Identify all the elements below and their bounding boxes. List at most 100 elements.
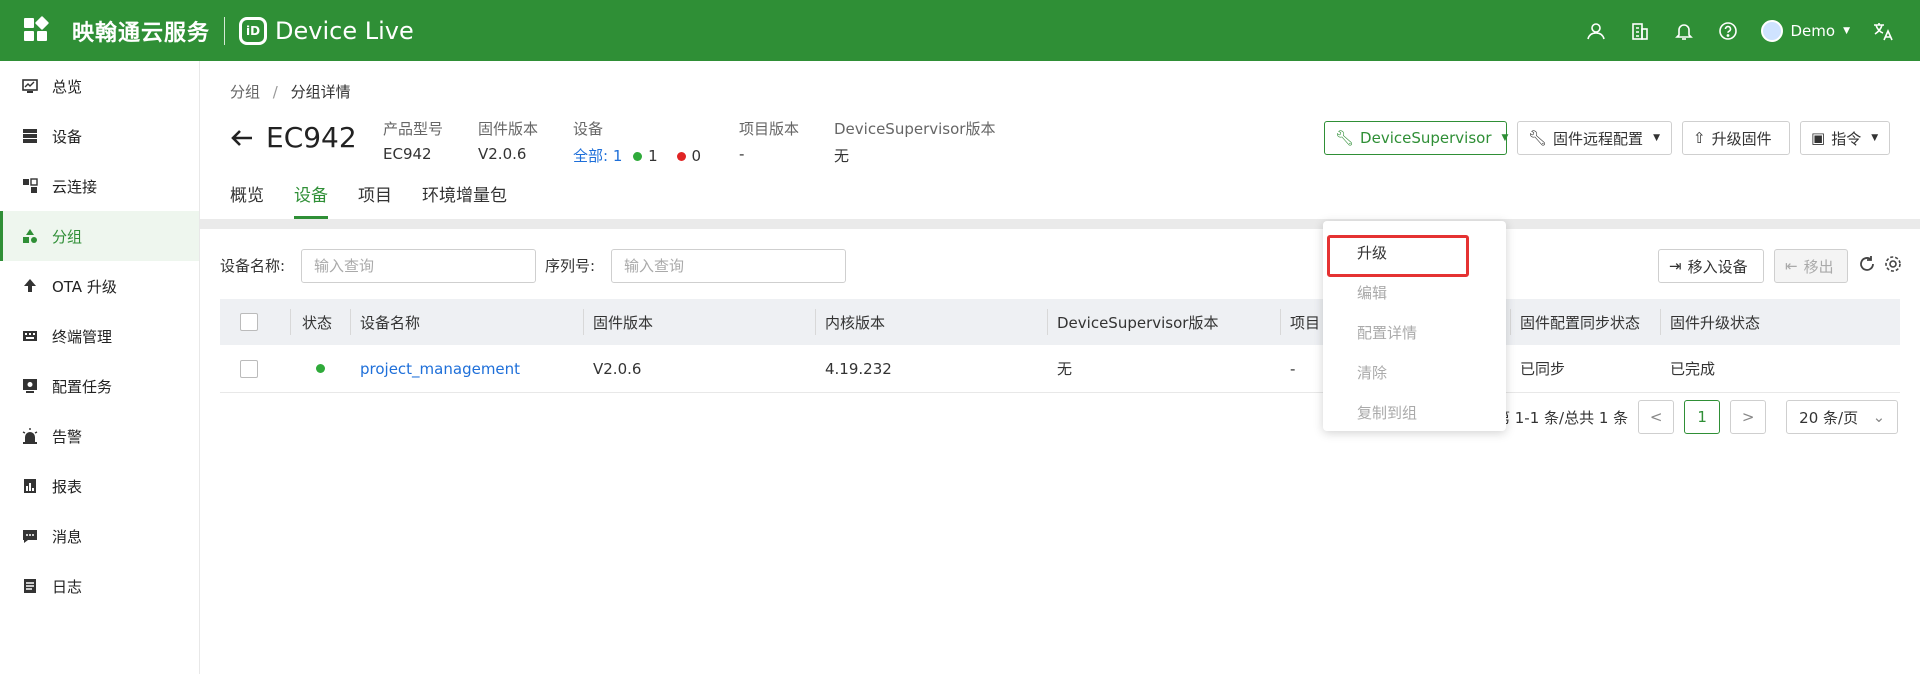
menu-item-upgrade[interactable]: 升级 xyxy=(1323,233,1506,277)
building-icon[interactable] xyxy=(1629,20,1651,42)
help-icon[interactable] xyxy=(1717,20,1739,42)
config-sync-cell: 已同步 xyxy=(1520,360,1566,378)
sidebar-item-terminal[interactable]: 终端管理 xyxy=(0,311,199,361)
group-icon xyxy=(22,228,38,244)
pagination-summary: 第 1-1 条/总共 1 条 xyxy=(1495,408,1629,427)
meta-firmware-value: V2.0.6 xyxy=(478,145,527,163)
menu-item-copy-to-group[interactable]: 复制到组 xyxy=(1323,393,1506,433)
menu-item-edit[interactable]: 编辑 xyxy=(1323,273,1506,313)
sidebar-item-label: 云连接 xyxy=(52,177,98,196)
col-devicesupervisor[interactable]: DeviceSupervisor版本 xyxy=(1047,299,1280,345)
product-name: Device Live xyxy=(275,16,414,45)
row-checkbox[interactable] xyxy=(240,359,258,378)
meta-devices-value: 全部: 1 1 0 xyxy=(573,145,701,166)
pagination: 第 1-1 条/总共 1 条 < 1 > 20 条/页 ⌄ xyxy=(1495,400,1899,434)
bell-icon[interactable] xyxy=(1673,20,1695,42)
chevron-down-icon: ▼ xyxy=(1843,25,1850,36)
refresh-icon[interactable] xyxy=(1858,255,1876,277)
sidebar: 总览 设备 云连接 分组 OTA 升级 终端管理 配置任务 告警 报表 消息 日… xyxy=(0,61,200,674)
app-grid-icon[interactable] xyxy=(24,15,50,44)
col-kernel[interactable]: 内核版本 xyxy=(815,299,1047,345)
wrench-icon: 🔧︎ xyxy=(1335,129,1355,147)
device-name-input[interactable] xyxy=(301,249,536,283)
col-firmware[interactable]: 固件版本 xyxy=(583,299,815,345)
serial-number-input[interactable] xyxy=(611,249,846,283)
top-bar: 映翰通云服务 iD Device Live Demo ▼ xyxy=(0,0,1920,61)
col-config-sync[interactable]: 固件配置同步状态 xyxy=(1510,299,1660,345)
tab-overview[interactable]: 概览 xyxy=(230,181,264,219)
device-name-link[interactable]: project_management xyxy=(350,345,583,392)
sidebar-item-message[interactable]: 消息 xyxy=(0,511,199,561)
menu-item-clear[interactable]: 清除 xyxy=(1323,353,1506,393)
log-icon xyxy=(22,578,38,594)
col-device-name[interactable]: 设备名称 xyxy=(350,299,583,345)
devicesupervisor-dropdown-menu: 升级 编辑 配置详情 清除 复制到组 xyxy=(1323,221,1506,431)
tab-env-packages[interactable]: 环境增量包 xyxy=(422,181,507,219)
meta-devices-label: 设备 xyxy=(573,120,604,138)
sidebar-item-report[interactable]: 报表 xyxy=(0,461,199,511)
col-status[interactable]: 状态 xyxy=(290,299,350,345)
col-upgrade-status[interactable]: 固件升级状态 xyxy=(1660,299,1870,345)
device-all-link[interactable]: 全部: 1 xyxy=(573,147,622,165)
move-in-device-button[interactable]: ⇥ 移入设备 xyxy=(1658,249,1764,283)
move-out-button[interactable]: ⇤ 移出 xyxy=(1774,249,1848,283)
sidebar-item-log[interactable]: 日志 xyxy=(0,561,199,611)
move-out-icon: ⇤ xyxy=(1785,257,1798,275)
select-all-checkbox[interactable] xyxy=(240,313,258,331)
breadcrumb-current: 分组详情 xyxy=(290,83,351,101)
device-table: 状态 设备名称 固件版本 内核版本 DeviceSupervisor版本 项目 … xyxy=(220,299,1900,393)
meta-ds-label: DeviceSupervisor版本 xyxy=(834,120,996,138)
user-group-icon[interactable] xyxy=(1585,20,1607,42)
sidebar-item-groups[interactable]: 分组 xyxy=(0,211,199,261)
sidebar-item-config-task[interactable]: 配置任务 xyxy=(0,361,199,411)
command-dropdown-button[interactable]: ▣ 指令 ▼ xyxy=(1800,121,1890,155)
meta-ds-value: 无 xyxy=(834,147,850,165)
page-size-select[interactable]: 20 条/页 ⌄ xyxy=(1786,400,1899,434)
page-number-button[interactable]: 1 xyxy=(1684,400,1721,434)
sidebar-item-label: 消息 xyxy=(52,527,83,546)
kernel-cell: 4.19.232 xyxy=(825,359,892,378)
tab-devices[interactable]: 设备 xyxy=(294,181,328,219)
status-cell xyxy=(290,345,350,392)
tab-projects[interactable]: 项目 xyxy=(358,181,392,219)
sidebar-item-overview[interactable]: 总览 xyxy=(0,61,199,111)
remote-config-dropdown-button[interactable]: 🔧︎ 固件远程配置 ▼ xyxy=(1517,121,1672,155)
sidebar-item-label: 配置任务 xyxy=(52,377,113,396)
device-name-label: 设备名称: xyxy=(220,257,286,275)
breadcrumb: 分组 / 分组详情 xyxy=(230,81,351,102)
table-row[interactable]: project_management V2.0.6 4.19.232 无 - 已… xyxy=(220,345,1900,393)
translate-icon[interactable] xyxy=(1872,20,1894,42)
meta-model: 产品型号 EC942 xyxy=(383,118,443,163)
user-menu[interactable]: Demo ▼ xyxy=(1760,19,1850,42)
meta-project: 项目版本 - xyxy=(739,118,799,163)
sidebar-item-alarm[interactable]: 告警 xyxy=(0,411,199,461)
devicesupervisor-dropdown-button[interactable]: 🔧︎ DeviceSupervisor ▼ xyxy=(1324,121,1508,155)
meta-model-value: EC942 xyxy=(383,145,432,163)
breadcrumb-parent[interactable]: 分组 xyxy=(230,83,260,101)
gear-icon[interactable] xyxy=(1884,255,1902,277)
sidebar-item-label: 报表 xyxy=(52,477,83,496)
upgrade-firmware-button[interactable]: ⇧ 升级固件 xyxy=(1682,121,1790,155)
report-icon xyxy=(22,478,38,494)
prev-page-button[interactable]: < xyxy=(1638,400,1675,434)
section-divider xyxy=(200,219,1920,229)
message-icon xyxy=(22,528,38,544)
dashboard-icon xyxy=(22,78,38,94)
device-offline-count[interactable]: 0 xyxy=(692,147,702,165)
meta-devices: 设备 全部: 1 1 0 xyxy=(573,118,701,166)
online-dot-icon xyxy=(633,152,643,161)
tab-bar: 概览 设备 项目 环境增量包 xyxy=(230,181,507,219)
sidebar-item-label: 告警 xyxy=(52,427,83,446)
device-list-icon xyxy=(22,128,38,144)
keyboard-icon xyxy=(22,328,38,344)
sidebar-item-ota[interactable]: OTA 升级 xyxy=(0,261,199,311)
sidebar-item-cloud-connect[interactable]: 云连接 xyxy=(0,161,199,211)
sidebar-item-label: OTA 升级 xyxy=(52,277,117,296)
sidebar-item-devices[interactable]: 设备 xyxy=(0,111,199,161)
device-online-count[interactable]: 1 xyxy=(648,147,658,165)
move-in-icon: ⇥ xyxy=(1669,257,1682,275)
next-page-button[interactable]: > xyxy=(1730,400,1767,434)
back-arrow-icon[interactable] xyxy=(230,126,254,154)
menu-item-config-details[interactable]: 配置详情 xyxy=(1323,313,1506,353)
upload-arrow-icon xyxy=(22,278,38,294)
